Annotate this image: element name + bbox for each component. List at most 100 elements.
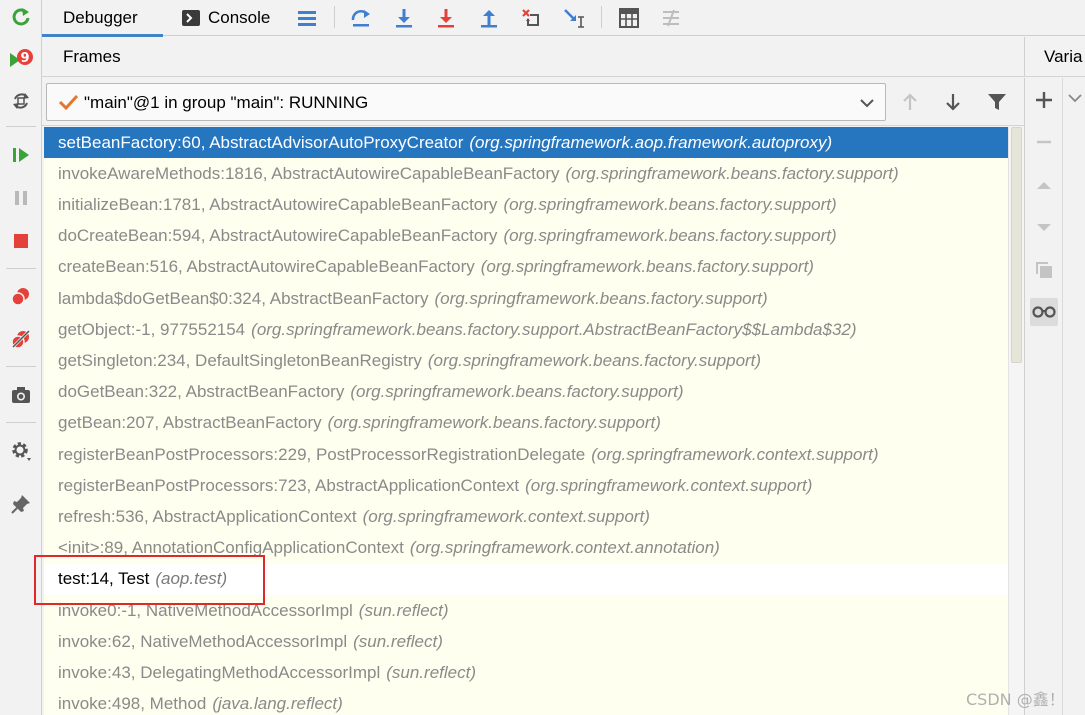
add-watch-icon[interactable]	[1030, 86, 1058, 114]
frame-package: (org.springframework.beans.factory.suppo…	[251, 319, 857, 339]
pause-program-icon[interactable]	[8, 185, 34, 211]
frame-package: (org.springframework.context.support)	[525, 475, 813, 495]
frame-package: (org.springframework.context.support)	[591, 444, 879, 464]
frame-row[interactable]: invoke:43, DelegatingMethodAccessorImpl(…	[44, 657, 1008, 688]
frames-scrollbar-thumb[interactable]	[1011, 127, 1022, 363]
previous-frame-icon[interactable]	[896, 88, 924, 116]
frame-method: getBean:207, AbstractBeanFactory	[58, 413, 322, 433]
move-up-icon[interactable]	[1030, 171, 1058, 199]
frame-method: registerBeanPostProcessors:229, PostProc…	[58, 444, 586, 464]
frame-row[interactable]: refresh:536, AbstractApplicationContext(…	[44, 501, 1008, 532]
frame-package: (org.springframework.context.annotation)	[409, 538, 720, 558]
variables-panel-title: Varia	[1044, 47, 1083, 66]
mute-breakpoints-icon[interactable]	[8, 326, 34, 352]
settings-gear-icon[interactable]	[8, 438, 34, 464]
frame-method: doCreateBean:594, AbstractAutowireCapabl…	[58, 226, 498, 246]
frame-package: (org.springframework.beans.factory.suppo…	[503, 194, 837, 214]
frames-panel-title: Frames	[63, 47, 121, 66]
frame-package: (org.springframework.aop.framework.autop…	[469, 132, 833, 152]
frame-package: (java.lang.reflect)	[212, 694, 343, 714]
frame-row[interactable]: doCreateBean:594, AbstractAutowireCapabl…	[44, 221, 1008, 252]
frame-method: invokeAwareMethods:1816, AbstractAutowir…	[58, 163, 560, 183]
frame-package: (org.springframework.beans.factory.suppo…	[434, 288, 768, 308]
frame-package: (org.springframework.beans.factory.suppo…	[503, 226, 837, 246]
chevron-down-icon	[857, 93, 877, 117]
variables-side-toolbar	[1024, 78, 1062, 715]
debugger-window: 9 Debugger Console Frames Varia "main"@1…	[0, 0, 1085, 715]
frame-row[interactable]: initializeBean:1781, AbstractAutowireCap…	[44, 189, 1008, 220]
frame-method: lambda$doGetBean$0:324, AbstractBeanFact…	[58, 288, 429, 308]
filter-icon[interactable]	[983, 88, 1011, 116]
camera-icon[interactable]	[8, 382, 34, 408]
duplicate-watch-icon[interactable]	[1030, 256, 1058, 284]
frame-package: (org.springframework.beans.factory.suppo…	[327, 413, 661, 433]
frame-row[interactable]: doGetBean:322, AbstractBeanFactory (org.s…	[44, 377, 1008, 408]
restore-layout-icon[interactable]	[8, 88, 34, 114]
frame-method: getSingleton:234, DefaultSingletonBeanRe…	[58, 350, 422, 370]
frame-method: <init>:89, AnnotationConfigApplicationCo…	[58, 538, 404, 558]
restart-badge: 9	[20, 51, 29, 66]
frame-row[interactable]: registerBeanPostProcessors:723, Abstract…	[44, 470, 1008, 501]
frame-row[interactable]: lambda$doGetBean$0:324, AbstractBeanFact…	[44, 283, 1008, 314]
frame-package: (org.springframework.beans.factory.suppo…	[565, 163, 899, 183]
tab-debugger[interactable]: Debugger	[42, 0, 163, 37]
frame-row[interactable]: setBeanFactory:60, AbstractAdvisorAutoPr…	[44, 127, 1008, 158]
tab-debugger-label: Debugger	[63, 8, 138, 27]
watermark-text: CSDN @鑫！	[966, 690, 1065, 709]
frame-package: (sun.reflect)	[386, 662, 476, 682]
frame-row[interactable]: test:14, Test (aop.test)	[44, 563, 1008, 595]
view-breakpoints-icon[interactable]	[8, 283, 34, 309]
frame-row[interactable]: registerBeanPostProcessors:229, PostProc…	[44, 439, 1008, 470]
drop-frame-icon[interactable]	[517, 4, 545, 32]
thread-selector-dropdown[interactable]: "main"@1 in group "main": RUNNING	[46, 83, 886, 121]
pin-icon[interactable]	[8, 491, 34, 517]
frame-row[interactable]: <init>:89, AnnotationConfigApplicationCo…	[44, 533, 1008, 564]
frame-method: initializeBean:1781, AbstractAutowireCap…	[58, 194, 498, 214]
debug-tab-bar: Debugger Console	[42, 0, 1085, 37]
checkmark-icon	[57, 91, 79, 117]
frame-method: test:14, Test	[58, 569, 150, 589]
frame-method: setBeanFactory:60, AbstractAdvisorAutoPr…	[58, 132, 464, 152]
tab-console[interactable]: Console	[182, 0, 292, 36]
step-into-icon[interactable]	[432, 4, 460, 32]
thread-selector-row: "main"@1 in group "main": RUNNING	[42, 78, 1024, 126]
frame-row[interactable]: invokeAwareMethods:1816, AbstractAutowir…	[44, 158, 1008, 189]
frame-package: (org.springframework.beans.factory.suppo…	[350, 382, 684, 402]
frames-scrollbar[interactable]	[1008, 127, 1024, 715]
frames-panel-header: Frames	[42, 37, 1024, 77]
layout-menu-icon[interactable]	[293, 4, 321, 32]
move-down-icon[interactable]	[1030, 213, 1058, 241]
frame-method: invoke0:-1, NativeMethodAccessorImpl	[58, 600, 353, 620]
frame-package: (org.springframework.context.support)	[362, 506, 650, 526]
step-over-icon[interactable]	[390, 4, 418, 32]
show-execution-point-icon[interactable]	[347, 4, 375, 32]
frame-row[interactable]: invoke:62, NativeMethodAccessorImpl (sun.…	[44, 626, 1008, 657]
frame-method: getObject:-1, 977552154	[58, 319, 246, 339]
console-icon	[182, 10, 200, 26]
frame-method: invoke:43, DelegatingMethodAccessorImpl	[58, 662, 381, 682]
trace-stream-icon[interactable]	[657, 4, 685, 32]
frame-row[interactable]: getObject:-1, 977552154 (org.springframew…	[44, 314, 1008, 345]
stop-icon[interactable]	[8, 228, 34, 254]
step-out-icon[interactable]	[475, 4, 503, 32]
resume-program-icon[interactable]	[8, 142, 34, 168]
frame-package: (org.springframework.beans.factory.suppo…	[427, 350, 762, 370]
next-frame-icon[interactable]	[939, 88, 967, 116]
frame-method: invoke:62, NativeMethodAccessorImpl	[58, 631, 348, 651]
frame-row[interactable]: getSingleton:234, DefaultSingletonBeanRe…	[44, 345, 1008, 376]
remove-watch-icon[interactable]	[1030, 128, 1058, 156]
frame-row[interactable]: getBean:207, AbstractBeanFactory (org.spr…	[44, 408, 1008, 439]
frame-row[interactable]: invoke0:-1, NativeMethodAccessorImpl (sun…	[44, 595, 1008, 626]
expand-chevron-icon[interactable]	[1067, 90, 1083, 110]
frame-method: refresh:536, AbstractApplicationContext	[58, 506, 357, 526]
glasses-icon[interactable]	[1030, 298, 1058, 326]
variables-panel-header: Varia	[1024, 37, 1085, 77]
evaluate-expression-icon[interactable]	[615, 4, 643, 32]
thread-selector-value: "main"@1 in group "main": RUNNING	[84, 93, 369, 112]
frame-row[interactable]: createBean:516, AbstractAutowireCapableB…	[44, 252, 1008, 283]
rerun-icon[interactable]	[8, 4, 34, 30]
frame-method: registerBeanPostProcessors:723, Abstract…	[58, 475, 520, 495]
run-to-cursor-icon[interactable]	[560, 4, 588, 32]
frame-row[interactable]: invoke:498, Method (java.lang.reflect)	[44, 689, 1008, 715]
resume-with-breakpoints-icon[interactable]: 9	[8, 47, 34, 73]
